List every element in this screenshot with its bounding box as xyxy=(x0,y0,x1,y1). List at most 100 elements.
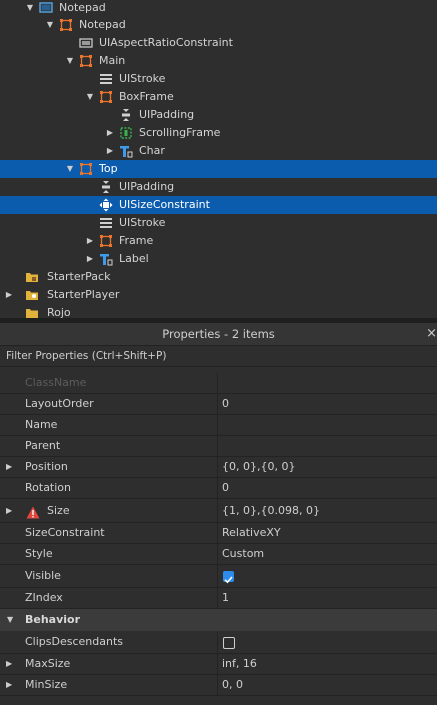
explorer-item-label: Char xyxy=(139,144,165,157)
column-divider xyxy=(217,478,218,498)
expand-arrow-icon[interactable]: ▶ xyxy=(85,232,95,250)
expand-arrow-icon[interactable]: ▶ xyxy=(105,142,115,160)
explorer-item-uistroke[interactable]: UIStroke xyxy=(0,70,437,88)
explorer-item-boxframe[interactable]: ▼ BoxFrame xyxy=(0,88,437,106)
property-row-minsize[interactable]: ▶ MinSize 0, 0 xyxy=(0,675,437,696)
explorer-item-uiaspectratioconstraint[interactable]: UIAspectRatioConstraint xyxy=(0,34,437,52)
collapse-arrow-icon[interactable]: ▼ xyxy=(65,52,75,70)
property-row-rotation[interactable]: Rotation 0 xyxy=(0,478,437,499)
expand-arrow-icon[interactable]: ▶ xyxy=(6,457,12,477)
explorer-item-top[interactable]: ▼ Top xyxy=(0,160,437,178)
property-name: LayoutOrder xyxy=(25,397,94,410)
expand-arrow-icon[interactable]: ▶ xyxy=(4,286,14,304)
starter-pack-icon xyxy=(25,270,39,284)
explorer-item-char[interactable]: ▶ Char xyxy=(0,142,437,160)
filter-properties-input[interactable] xyxy=(0,346,436,366)
scrolling-frame-icon xyxy=(119,126,133,140)
property-value[interactable]: inf, 16 xyxy=(222,654,257,674)
folder-icon xyxy=(25,306,39,318)
explorer-item-label: Notepad xyxy=(59,1,106,14)
column-divider xyxy=(217,675,218,695)
explorer-item-main[interactable]: ▼ Main xyxy=(0,52,437,70)
explorer-item-label[interactable]: ▶ Label xyxy=(0,250,437,268)
explorer-item-uipadding[interactable]: UIPadding xyxy=(0,178,437,196)
warning-icon xyxy=(26,504,40,519)
stroke-icon xyxy=(99,72,113,86)
expand-arrow-icon[interactable]: ▶ xyxy=(6,675,12,695)
property-row-position[interactable]: ▶ Position {0, 0},{0, 0} xyxy=(0,457,437,478)
section-label: Behavior xyxy=(25,613,81,626)
property-row-size[interactable]: ▶ Size {1, 0},{0.098, 0} xyxy=(0,499,437,523)
property-row-visible[interactable]: Visible xyxy=(0,565,437,588)
property-name: Rotation xyxy=(25,481,72,494)
text-label-icon xyxy=(99,252,113,266)
explorer-item-label: ScrollingFrame xyxy=(139,126,221,139)
explorer-item-notepad[interactable]: ▼ Notepad xyxy=(0,16,437,34)
property-value[interactable]: 0, 0 xyxy=(222,675,243,695)
explorer-item-label: Notepad xyxy=(79,18,126,31)
explorer-item-rojo[interactable]: Rojo xyxy=(0,304,437,318)
property-row-zindex[interactable]: ZIndex 1 xyxy=(0,588,437,609)
visible-checkbox[interactable] xyxy=(223,571,234,584)
property-name: ClassName xyxy=(25,376,87,389)
expand-arrow-icon[interactable]: ▶ xyxy=(6,654,12,674)
property-value[interactable]: {0, 0},{0, 0} xyxy=(222,457,295,477)
property-row-sizeconstraint[interactable]: SizeConstraint RelativeXY xyxy=(0,523,437,544)
collapse-arrow-icon[interactable]: ▼ xyxy=(7,609,13,631)
property-value[interactable]: RelativeXY xyxy=(222,523,281,543)
frame-icon xyxy=(79,162,93,176)
column-divider xyxy=(217,588,218,608)
expand-arrow-icon[interactable]: ▶ xyxy=(85,250,95,268)
stroke-icon xyxy=(99,216,113,230)
explorer-item-label: StarterPlayer xyxy=(47,288,120,301)
explorer-item-label: Rojo xyxy=(47,306,71,318)
property-name: ClipsDescendants xyxy=(25,635,124,648)
property-row-parent[interactable]: Parent xyxy=(0,436,437,457)
column-divider xyxy=(217,631,218,653)
property-name: MaxSize xyxy=(25,657,71,670)
column-divider xyxy=(217,499,218,522)
collapse-arrow-icon[interactable]: ▼ xyxy=(65,160,75,178)
property-row-style[interactable]: Style Custom xyxy=(0,544,437,565)
explorer-item-label: UISizeConstraint xyxy=(119,198,210,211)
column-divider xyxy=(217,436,218,456)
clipsdescendants-checkbox[interactable] xyxy=(223,637,235,649)
explorer-item-scrollingframe[interactable]: ▶ ScrollingFrame xyxy=(0,124,437,142)
frame-icon xyxy=(99,234,113,248)
column-divider xyxy=(217,544,218,564)
collapse-arrow-icon[interactable]: ▼ xyxy=(85,88,95,106)
column-divider xyxy=(217,415,218,435)
collapse-arrow-icon[interactable]: ▼ xyxy=(45,16,55,34)
explorer-item-label: Frame xyxy=(119,234,154,247)
close-icon[interactable]: × xyxy=(426,323,437,345)
explorer-item-uipadding[interactable]: UIPadding xyxy=(0,106,437,124)
explorer-item-uistroke[interactable]: UIStroke xyxy=(0,214,437,232)
property-row-layoutorder[interactable]: LayoutOrder 0 xyxy=(0,394,437,415)
collapse-arrow-icon[interactable]: ▼ xyxy=(25,0,35,17)
expand-arrow-icon[interactable]: ▶ xyxy=(6,499,12,522)
property-name: MinSize xyxy=(25,678,68,691)
property-value[interactable]: 0 xyxy=(222,478,229,498)
explorer-item-starterplayer[interactable]: ▶ StarterPlayer xyxy=(0,286,437,304)
text-label-icon xyxy=(119,144,133,158)
property-value[interactable]: Custom xyxy=(222,544,264,564)
property-value[interactable]: 1 xyxy=(222,588,229,608)
column-divider xyxy=(217,394,218,414)
property-row-name[interactable]: Name xyxy=(0,415,437,436)
explorer-item-starterpack[interactable]: StarterPack xyxy=(0,268,437,286)
property-value[interactable]: 0 xyxy=(222,394,229,414)
property-row-classname[interactable]: ClassName xyxy=(0,373,437,394)
screen-gui-icon xyxy=(39,1,53,15)
explorer-item-uisizeconstraint[interactable]: UISizeConstraint xyxy=(0,196,437,214)
property-value[interactable]: {1, 0},{0.098, 0} xyxy=(222,499,320,522)
expand-arrow-icon[interactable]: ▶ xyxy=(105,124,115,142)
explorer-item-frame[interactable]: ▶ Frame xyxy=(0,232,437,250)
explorer-item-label: Main xyxy=(99,54,126,67)
explorer-item-notepad[interactable]: ▼ Notepad xyxy=(0,0,437,17)
property-row-maxsize[interactable]: ▶ MaxSize inf, 16 xyxy=(0,654,437,675)
explorer-item-label: UIStroke xyxy=(119,72,166,85)
property-row-clipsdescendants[interactable]: ClipsDescendants xyxy=(0,631,437,654)
aspect-ratio-icon xyxy=(79,36,93,50)
property-name: SizeConstraint xyxy=(25,526,105,539)
section-behavior[interactable]: ▼ Behavior xyxy=(0,609,437,632)
